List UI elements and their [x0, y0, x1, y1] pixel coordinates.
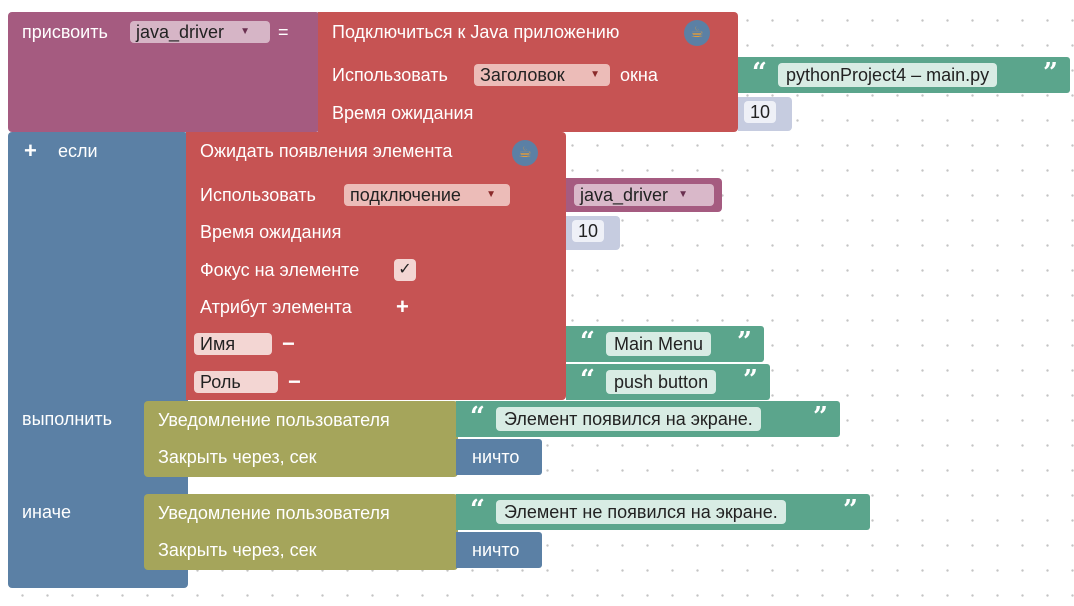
wait-element-block[interactable]: Ожидать появления элемента ☕ Использоват… [186, 132, 566, 400]
window-title-text[interactable]: pythonProject4 – main.py [778, 63, 998, 87]
if-label: если [58, 141, 98, 161]
attr-value-string-block[interactable]: “ push button ” [566, 364, 770, 400]
wait-use-label: Использовать [200, 185, 316, 205]
notify-else-message-text[interactable]: Элемент не появился на экране. [496, 500, 786, 524]
chevron-down-icon: ▼ [590, 69, 600, 80]
wait-use-dropdown[interactable]: подключение ▼ [344, 184, 510, 206]
attr-remove-icon[interactable]: − [282, 333, 295, 355]
chevron-down-icon: ▼ [678, 189, 688, 200]
do-label: выполнить [22, 409, 112, 429]
connect-timeout-value[interactable]: 10 [744, 101, 777, 123]
driver-variable-value: java_driver [580, 185, 669, 205]
notify-else-message-block[interactable]: “ Элемент не появился на экране. ” [456, 494, 870, 530]
equals-sign: = [278, 22, 289, 42]
attr-value-text[interactable]: Main Menu [606, 332, 712, 356]
assign-label: присвоить [22, 22, 108, 42]
connect-title: Подключиться к Java приложению [332, 22, 620, 42]
notify-else-close-value[interactable]: ничто [456, 532, 542, 568]
wait-title: Ожидать появления элемента [200, 141, 453, 161]
attr-name-field[interactable]: Имя [194, 333, 272, 355]
notify-else-close-label: Закрыть через, сек [158, 540, 317, 560]
connect-window-label: окна [620, 65, 658, 85]
connect-timeout-number[interactable]: 10 [738, 97, 792, 131]
notify-do-label: Уведомление пользователя [158, 410, 390, 430]
notify-else-label: Уведомление пользователя [158, 503, 390, 523]
open-quote-icon: “ [752, 58, 767, 88]
open-quote-icon: “ [580, 365, 595, 395]
attr-label: Атрибут элемента [200, 297, 352, 317]
attr-add-icon[interactable]: + [396, 296, 409, 318]
notify-do-close-value[interactable]: ничто [456, 439, 542, 475]
notify-do-message-block[interactable]: “ Элемент появился на экране. ” [456, 401, 840, 437]
notify-do-close-label: Закрыть через, сек [158, 447, 317, 467]
driver-variable-dropdown[interactable]: java_driver ▼ [574, 184, 714, 206]
assign-variable-value: java_driver [136, 22, 225, 42]
else-label: иначе [22, 502, 71, 522]
notify-do-message-text[interactable]: Элемент появился на экране. [496, 407, 761, 431]
chevron-down-icon: ▼ [486, 189, 496, 200]
connect-timeout-label: Время ожидания [332, 103, 474, 123]
open-quote-icon: “ [470, 402, 485, 432]
close-quote-icon: ” [743, 365, 758, 395]
connect-use-dropdown[interactable]: Заголовок ▼ [474, 64, 610, 86]
driver-variable-block[interactable]: java_driver ▼ [566, 178, 722, 212]
java-icon: ☕ [512, 140, 538, 166]
close-quote-icon: ” [1043, 58, 1058, 88]
assign-variable-dropdown[interactable]: java_driver ▼ [130, 21, 270, 43]
assign-block[interactable]: присвоить java_driver ▼ = [8, 12, 320, 132]
connect-use-label: Использовать [332, 65, 448, 85]
focus-label: Фокус на элементе [200, 260, 360, 280]
wait-use-value: подключение [350, 185, 461, 205]
open-quote-icon: “ [580, 327, 595, 357]
focus-checkbox[interactable]: ✓ [394, 259, 416, 281]
window-title-string-block[interactable]: “ pythonProject4 – main.py ” [738, 57, 1070, 93]
wait-timeout-number[interactable]: 10 [566, 216, 620, 250]
wait-timeout-label: Время ожидания [200, 222, 342, 242]
if-add-icon[interactable]: + [24, 140, 37, 162]
connect-use-value: Заголовок [480, 65, 565, 85]
wait-timeout-value[interactable]: 10 [572, 220, 605, 242]
close-quote-icon: ” [737, 327, 752, 357]
chevron-down-icon: ▼ [240, 26, 250, 37]
attr-value-string-block[interactable]: “ Main Menu ” [566, 326, 764, 362]
connect-java-block[interactable]: Подключиться к Java приложению ☕ Использ… [318, 12, 738, 132]
close-quote-icon: ” [813, 402, 828, 432]
notify-do-block[interactable]: Уведомление пользователя Закрыть через, … [144, 401, 458, 477]
attr-value-text[interactable]: push button [606, 370, 717, 394]
notify-else-block[interactable]: Уведомление пользователя Закрыть через, … [144, 494, 458, 570]
java-icon: ☕ [684, 20, 710, 46]
open-quote-icon: “ [470, 495, 485, 525]
close-quote-icon: ” [843, 495, 858, 525]
attr-remove-icon[interactable]: − [288, 371, 301, 393]
attr-name-field[interactable]: Роль [194, 371, 278, 393]
